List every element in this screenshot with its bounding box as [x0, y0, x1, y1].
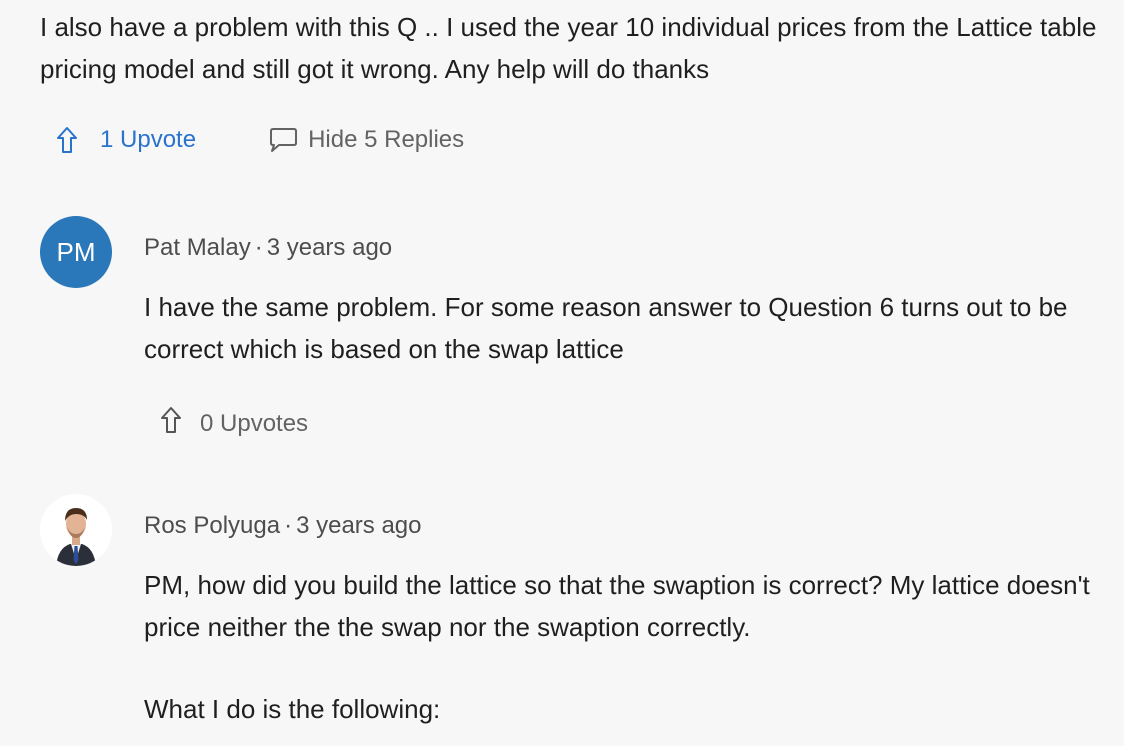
author-name[interactable]: Ros Polyuga: [144, 512, 280, 539]
post-text: I also have a problem with this Q .. I u…: [40, 12, 1097, 84]
avatar[interactable]: PM: [40, 216, 112, 288]
profile-photo-icon: [40, 494, 112, 566]
reply-meta: Ros Polyuga · 3 years ago: [144, 512, 422, 540]
arrow-up-icon: [160, 406, 182, 441]
arrow-up-icon: [56, 126, 78, 154]
author-name[interactable]: Pat Malay: [144, 234, 251, 261]
discussion-thread: I also have a problem with this Q .. I u…: [0, 0, 1124, 746]
timestamp: 3 years ago: [266, 234, 393, 261]
reply-text-paragraph-2: What I do is the following:: [144, 694, 441, 724]
comment-bubble-icon: [268, 126, 298, 154]
avatar[interactable]: [40, 494, 112, 566]
meta-separator: ·: [254, 234, 263, 261]
reply-text-paragraph-1: PM, how did you build the lattice so tha…: [144, 570, 1090, 642]
upvote-button[interactable]: 0 Upvotes: [160, 406, 308, 441]
upvote-label: 1 Upvote: [100, 126, 197, 153]
timestamp: 3 years ago: [296, 512, 422, 539]
reply-ros-polyuga: Ros Polyuga · 3 years ago PM, how did you …: [40, 494, 1100, 746]
hide-replies-button[interactable]: Hide 5 Replies: [268, 126, 464, 154]
reply-text: I have the same problem. For some reason…: [144, 292, 1068, 364]
reply-pat-malay: PM Pat Malay · 3 years ago I have the same…: [40, 216, 1100, 446]
reply-body: I have the same problem. For some reason…: [144, 286, 1094, 370]
meta-separator: ·: [284, 512, 293, 539]
reply-meta: Pat Malay · 3 years ago: [144, 234, 392, 262]
post-actions: 1 Upvote Hide 5 Replies: [56, 126, 464, 154]
reply-body: PM, how did you build the lattice so tha…: [144, 564, 1094, 730]
replies-label: Hide 5 Replies: [308, 126, 465, 153]
upvote-label: 0 Upvotes: [200, 409, 309, 437]
upvote-button[interactable]: 1 Upvote: [56, 126, 196, 154]
